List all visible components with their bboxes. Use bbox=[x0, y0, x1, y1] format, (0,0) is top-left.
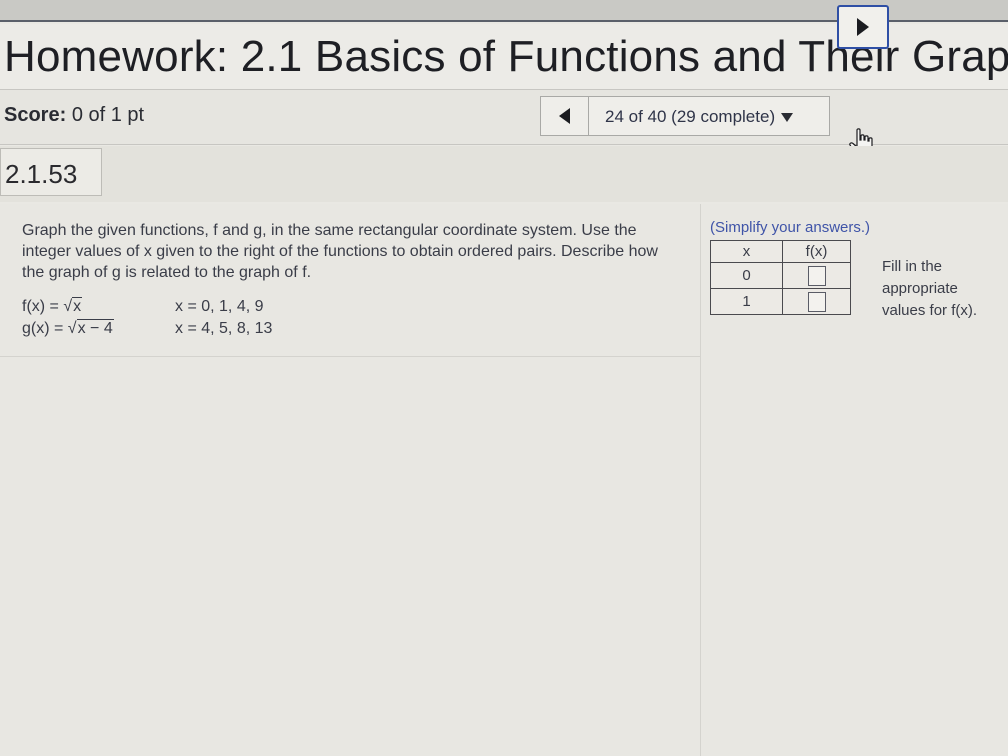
table-row: 0 bbox=[710, 262, 851, 289]
function-f: f(x) = √x bbox=[22, 297, 83, 315]
table-cell-x: 1 bbox=[710, 288, 783, 315]
simplify-instruction: (Simplify your answers.) bbox=[710, 219, 871, 236]
table-header-row: x f(x) bbox=[710, 240, 851, 263]
question-area: Graph the given functions, f and g, in t… bbox=[0, 204, 1008, 756]
function-g: g(x) = √x − 4 bbox=[22, 319, 114, 337]
function-f-x-values: x = 0, 1, 4, 9 bbox=[175, 298, 264, 315]
previous-question-button[interactable] bbox=[541, 97, 589, 135]
score-value: 0 of 1 pt bbox=[71, 104, 145, 126]
question-navigator: 24 of 40 (29 complete) bbox=[540, 96, 830, 136]
function-row-f: f(x) = √x x = 0, 1, 4, 9 bbox=[22, 296, 272, 318]
triangle-down-icon bbox=[781, 112, 794, 122]
triangle-left-icon bbox=[559, 108, 570, 124]
table-cell-fx bbox=[782, 262, 851, 289]
score: Score: 0 of 1 pt bbox=[4, 104, 144, 127]
table-row: 1 bbox=[710, 288, 851, 315]
function-g-x-values: x = 4, 5, 8, 13 bbox=[175, 320, 273, 337]
panel-divider bbox=[700, 204, 701, 756]
fill-hint: Fill in the appropriate values for f(x). bbox=[882, 258, 978, 319]
question-position-dropdown[interactable]: 24 of 40 (29 complete) bbox=[605, 107, 794, 127]
function-g-radicand: x − 4 bbox=[76, 319, 114, 337]
score-label: Score: bbox=[4, 104, 67, 126]
question-prompt: Graph the given functions, f and g, in t… bbox=[22, 222, 658, 281]
fx-answer-input[interactable] bbox=[807, 265, 826, 286]
section-divider bbox=[0, 356, 700, 357]
table-cell-fx bbox=[782, 288, 851, 315]
table-cell-x: 0 bbox=[710, 262, 783, 289]
question-number-row: 2.1.53 bbox=[0, 146, 1008, 202]
header-fx: f(x) bbox=[782, 240, 851, 263]
next-question-button[interactable] bbox=[837, 5, 889, 49]
function-row-g: g(x) = √x − 4 x = 4, 5, 8, 13 bbox=[22, 318, 272, 340]
question-number: 2.1.53 bbox=[0, 148, 102, 196]
question-position-text: 24 of 40 (29 complete) bbox=[605, 107, 776, 126]
function-f-radicand: x bbox=[72, 297, 83, 315]
value-table: x f(x) 0 1 bbox=[710, 240, 851, 315]
function-g-name: g(x) = bbox=[22, 320, 64, 337]
triangle-right-icon bbox=[857, 18, 869, 36]
fx-answer-input[interactable] bbox=[807, 291, 826, 312]
function-list: f(x) = √x x = 0, 1, 4, 9 g(x) = √x − 4 x… bbox=[22, 296, 272, 340]
function-f-name: f(x) = bbox=[22, 298, 59, 315]
header-x: x bbox=[710, 240, 783, 263]
